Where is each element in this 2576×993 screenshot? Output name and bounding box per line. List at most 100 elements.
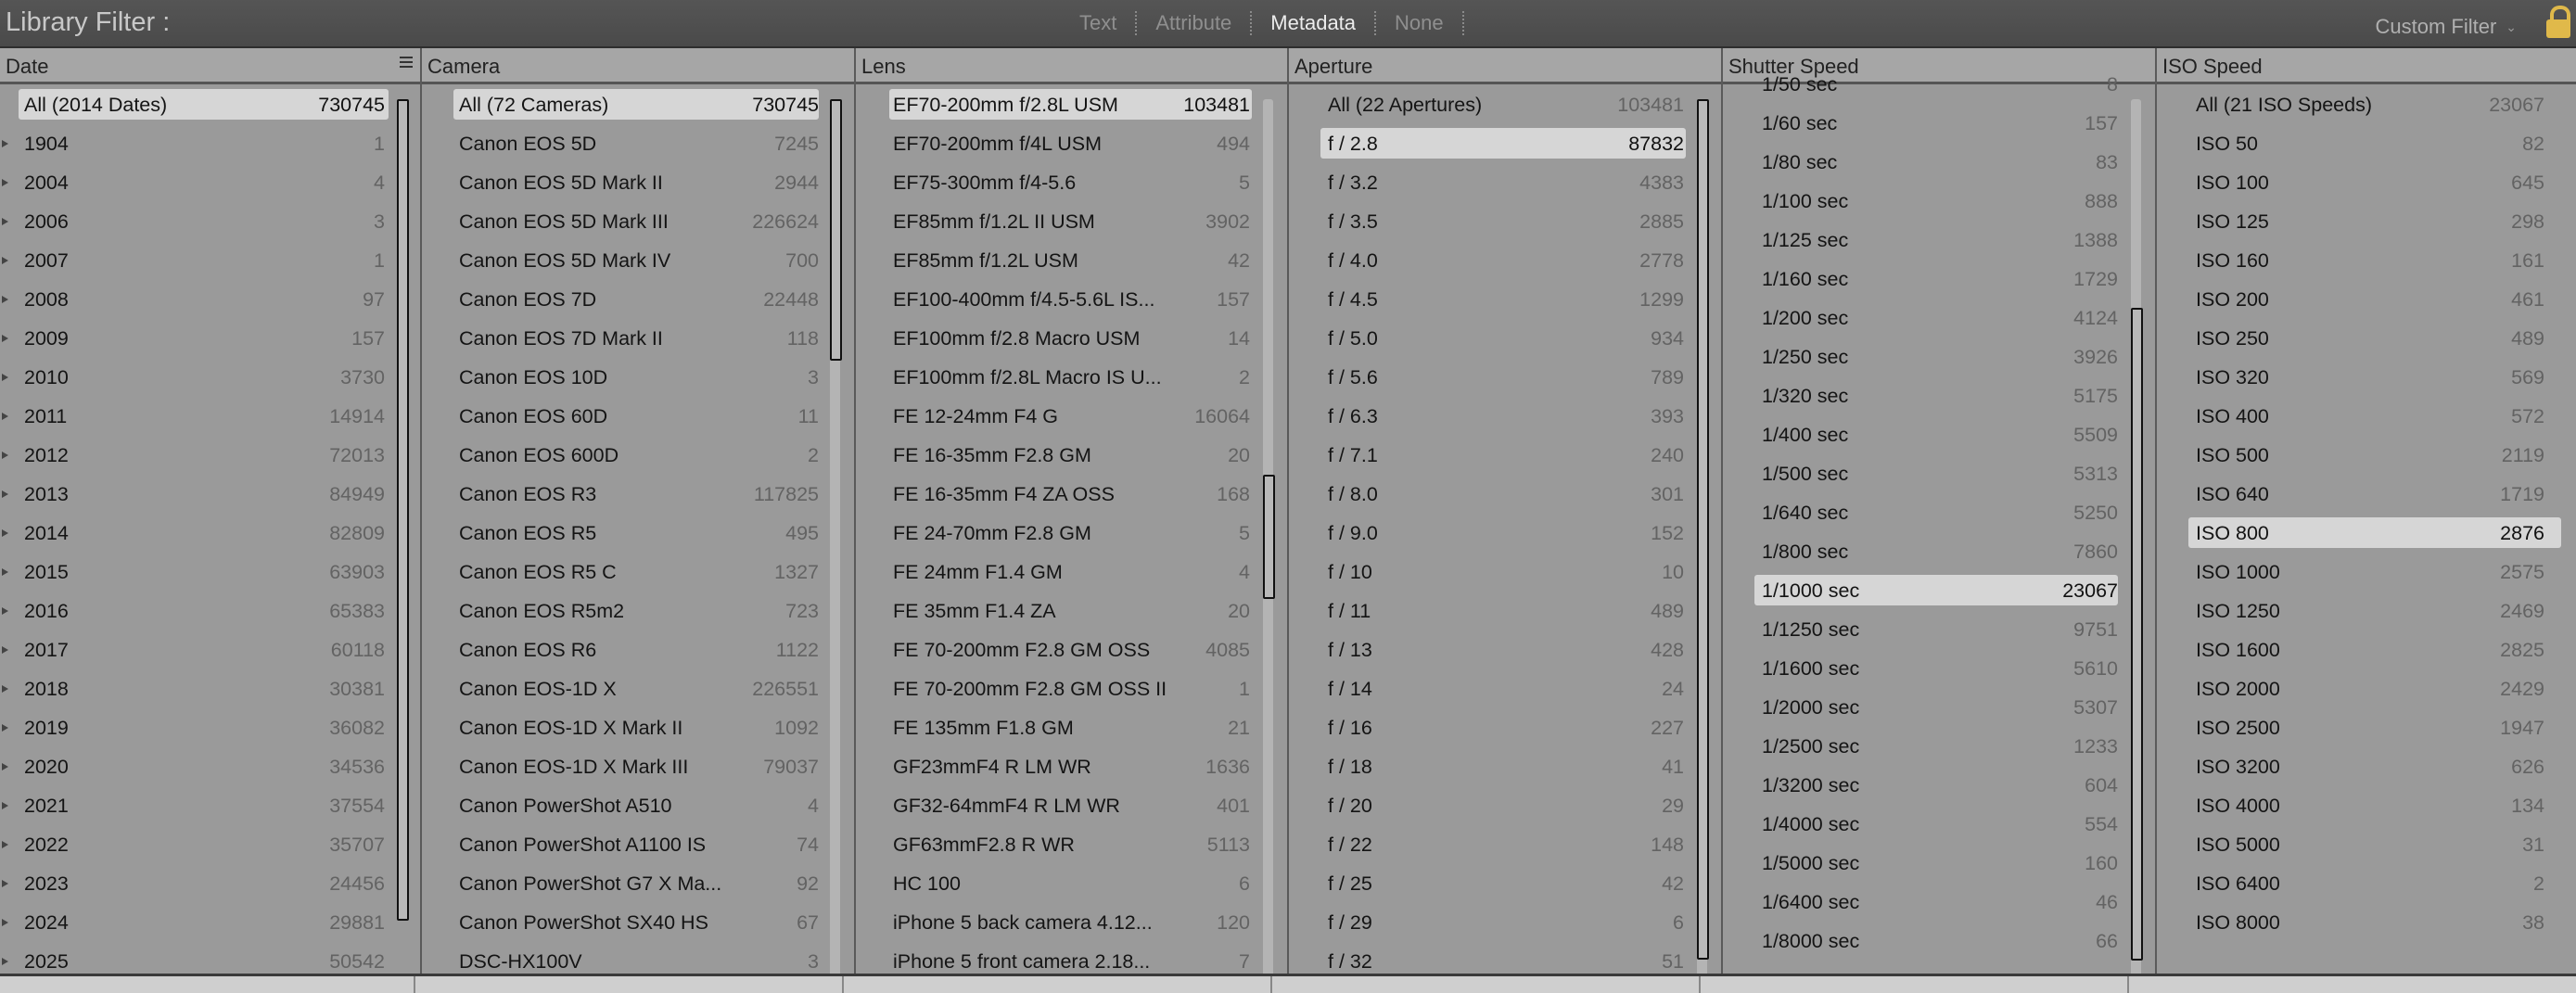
list-item[interactable]: 1/1000 sec 23067 <box>1723 572 2155 611</box>
list-item[interactable]: 2008 97 <box>0 281 420 320</box>
list-item[interactable]: ISO 500 2119 <box>2157 437 2576 476</box>
list-item[interactable]: All (72 Cameras) 730745 <box>422 86 854 125</box>
list-item[interactable]: FE 12-24mm F4 G 16064 <box>856 398 1287 437</box>
list-item[interactable]: f / 4.0 2778 <box>1289 242 1721 281</box>
list-item[interactable]: iPhone 5 front camera 2.18... 7 <box>856 943 1287 974</box>
list-item[interactable]: GF32-64mmF4 R LM WR 401 <box>856 787 1287 826</box>
list-item[interactable]: f / 8.0 301 <box>1289 476 1721 515</box>
list-item[interactable]: FE 70-200mm F2.8 GM OSS 4085 <box>856 631 1287 670</box>
list-item[interactable]: 2009 157 <box>0 320 420 359</box>
list-item[interactable]: ISO 6400 2 <box>2157 865 2576 904</box>
list-item[interactable]: ISO 1600 2825 <box>2157 631 2576 670</box>
lock-icon[interactable] <box>2546 6 2570 39</box>
list-item[interactable]: FE 35mm F1.4 ZA 20 <box>856 592 1287 631</box>
list-item[interactable]: ISO 800 2876 <box>2157 515 2576 554</box>
lens-column-header[interactable]: Lens <box>856 48 1287 84</box>
scrollbar-thumb[interactable] <box>2131 308 2143 961</box>
disclosure-triangle-icon[interactable] <box>2 763 8 770</box>
list-item[interactable]: FE 70-200mm F2.8 GM OSS II 1 <box>856 670 1287 709</box>
list-item[interactable]: 2004 4 <box>0 164 420 203</box>
list-item[interactable]: Canon EOS 5D Mark IV 700 <box>422 242 854 281</box>
list-item[interactable]: 2017 60118 <box>0 631 420 670</box>
list-item[interactable]: 1/80 sec 83 <box>1723 144 2155 183</box>
list-item[interactable]: 1/50 sec 8 <box>1723 66 2155 105</box>
list-item[interactable]: Canon EOS R6 1122 <box>422 631 854 670</box>
list-item[interactable]: FE 24-70mm F2.8 GM 5 <box>856 515 1287 554</box>
list-item[interactable]: 2024 29881 <box>0 904 420 943</box>
list-item[interactable]: ISO 50 82 <box>2157 125 2576 164</box>
list-item[interactable]: 2013 84949 <box>0 476 420 515</box>
list-item[interactable]: 1/60 sec 157 <box>1723 105 2155 144</box>
disclosure-triangle-icon[interactable] <box>2 958 8 965</box>
list-item[interactable]: f / 7.1 240 <box>1289 437 1721 476</box>
list-item[interactable]: Canon EOS R3 117825 <box>422 476 854 515</box>
list-item[interactable]: Canon PowerShot G7 X Ma... 92 <box>422 865 854 904</box>
list-item[interactable]: f / 10 10 <box>1289 554 1721 592</box>
disclosure-triangle-icon[interactable] <box>2 296 8 303</box>
list-item[interactable]: f / 32 51 <box>1289 943 1721 974</box>
list-item[interactable]: f / 25 42 <box>1289 865 1721 904</box>
disclosure-triangle-icon[interactable] <box>2 802 8 809</box>
list-item[interactable]: 1/1600 sec 5610 <box>1723 650 2155 689</box>
list-item[interactable]: 2019 36082 <box>0 709 420 748</box>
list-item[interactable]: f / 3.2 4383 <box>1289 164 1721 203</box>
list-item[interactable]: f / 20 29 <box>1289 787 1721 826</box>
list-item[interactable]: 1/3200 sec 604 <box>1723 767 2155 806</box>
list-item[interactable]: Canon EOS 5D Mark III 226624 <box>422 203 854 242</box>
list-item[interactable]: ISO 4000 134 <box>2157 787 2576 826</box>
list-item[interactable]: iPhone 5 back camera 4.12... 120 <box>856 904 1287 943</box>
list-item[interactable]: ISO 640 1719 <box>2157 476 2576 515</box>
list-item[interactable]: EF70-200mm f/2.8L USM 103481 <box>856 86 1287 125</box>
list-item[interactable]: f / 14 24 <box>1289 670 1721 709</box>
list-item[interactable]: DSC-HX100V 3 <box>422 943 854 974</box>
list-item[interactable]: f / 5.0 934 <box>1289 320 1721 359</box>
camera-column-header[interactable]: Camera <box>422 48 854 84</box>
list-item[interactable]: 1/400 sec 5509 <box>1723 416 2155 455</box>
disclosure-triangle-icon[interactable] <box>2 568 8 576</box>
list-item[interactable]: 1/5000 sec 160 <box>1723 845 2155 884</box>
list-item[interactable]: 2006 3 <box>0 203 420 242</box>
list-item[interactable]: 2018 30381 <box>0 670 420 709</box>
list-item[interactable]: 2020 34536 <box>0 748 420 787</box>
list-item[interactable]: 1/500 sec 5313 <box>1723 455 2155 494</box>
list-item[interactable]: 2014 82809 <box>0 515 420 554</box>
list-item[interactable]: ISO 160 161 <box>2157 242 2576 281</box>
disclosure-triangle-icon[interactable] <box>2 452 8 459</box>
list-item[interactable]: ISO 1000 2575 <box>2157 554 2576 592</box>
list-item[interactable]: Canon EOS-1D X Mark II 1092 <box>422 709 854 748</box>
list-item[interactable]: 1/6400 sec 46 <box>1723 884 2155 923</box>
disclosure-triangle-icon[interactable] <box>2 413 8 420</box>
list-item[interactable]: Canon EOS R5 C 1327 <box>422 554 854 592</box>
scrollbar-thumb[interactable] <box>397 99 409 921</box>
list-item[interactable]: f / 3.5 2885 <box>1289 203 1721 242</box>
list-item[interactable]: Canon PowerShot A510 4 <box>422 787 854 826</box>
list-item[interactable]: Canon PowerShot SX40 HS 67 <box>422 904 854 943</box>
aperture-column-header[interactable]: Aperture <box>1289 48 1721 84</box>
list-item[interactable]: 1/1250 sec 9751 <box>1723 611 2155 650</box>
disclosure-triangle-icon[interactable] <box>2 374 8 381</box>
list-item[interactable]: 1/8000 sec 66 <box>1723 923 2155 961</box>
date-column-header[interactable]: Date <box>0 48 420 84</box>
list-item[interactable]: Canon EOS 10D 3 <box>422 359 854 398</box>
disclosure-triangle-icon[interactable] <box>2 841 8 848</box>
column-menu-icon[interactable] <box>400 57 413 70</box>
list-item[interactable]: f / 5.6 789 <box>1289 359 1721 398</box>
list-item[interactable]: Canon EOS 60D 11 <box>422 398 854 437</box>
list-item[interactable]: ISO 2500 1947 <box>2157 709 2576 748</box>
list-item[interactable]: EF70-200mm f/4L USM 494 <box>856 125 1287 164</box>
list-item[interactable]: EF75-300mm f/4-5.6 5 <box>856 164 1287 203</box>
list-item[interactable]: 1/125 sec 1388 <box>1723 222 2155 261</box>
list-item[interactable]: 2016 65383 <box>0 592 420 631</box>
list-item[interactable]: All (2014 Dates) 730745 <box>0 86 420 125</box>
list-item[interactable]: 1904 1 <box>0 125 420 164</box>
list-item[interactable]: All (21 ISO Speeds) 23067 <box>2157 86 2576 125</box>
list-item[interactable]: ISO 8000 38 <box>2157 904 2576 943</box>
list-item[interactable]: Canon PowerShot A1100 IS 74 <box>422 826 854 865</box>
list-item[interactable]: 1/250 sec 3926 <box>1723 338 2155 377</box>
list-item[interactable]: 1/2500 sec 1233 <box>1723 728 2155 767</box>
list-item[interactable]: 2011 14914 <box>0 398 420 437</box>
list-item[interactable]: EF85mm f/1.2L II USM 3902 <box>856 203 1287 242</box>
list-item[interactable]: 2010 3730 <box>0 359 420 398</box>
list-item[interactable]: Canon EOS R5 495 <box>422 515 854 554</box>
list-item[interactable]: f / 4.5 1299 <box>1289 281 1721 320</box>
